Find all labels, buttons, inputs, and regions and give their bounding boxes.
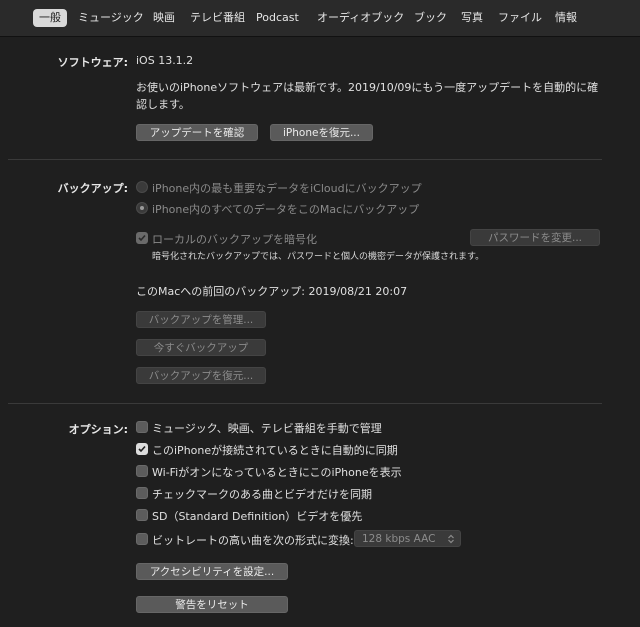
option-checkbox-checked-only[interactable]	[136, 487, 148, 499]
software-label: ソフトウェア:	[57, 56, 128, 69]
software-status-message: お使いのiPhoneソフトウェアは最新です。2019/10/09にもう一度アップ…	[136, 81, 599, 111]
option-label-convert-bitrate: ビットレートの高い曲を次の形式に変換:	[152, 534, 354, 547]
option-checkbox-manual-manage[interactable]	[136, 421, 148, 433]
encrypt-note: 暗号化されたバックアップでは、パスワードと個人の機密データが保護されます。	[152, 252, 485, 262]
backup-mac-radio[interactable]	[136, 202, 148, 214]
software-version: iOS 13.1.2	[136, 54, 194, 67]
option-checkbox-auto-sync[interactable]	[136, 443, 148, 455]
chevron-updown-icon	[448, 534, 454, 544]
tab-audiobooks[interactable]: オーディオブック	[313, 9, 408, 27]
option-label-wifi-show: Wi-FiがオンになっているときにこのiPhoneを表示	[152, 466, 402, 479]
section-divider	[8, 159, 602, 160]
restore-iphone-button[interactable]: iPhoneを復元...	[270, 124, 373, 141]
option-label-manual-manage: ミュージック、映画、テレビ番組を手動で管理	[152, 422, 382, 435]
bitrate-format-value: 128 kbps AAC	[362, 533, 436, 545]
option-label-checked-only: チェックマークのある曲とビデオだけを同期	[152, 488, 372, 501]
tab-tv-shows[interactable]: テレビ番組	[186, 9, 249, 27]
last-backup-info: このMacへの前回のバックアップ: 2019/08/21 20:07	[136, 285, 408, 298]
accessibility-settings-button[interactable]: アクセシビリティを設定...	[136, 563, 288, 580]
iphone-general-settings: 一般 ミュージック 映画 テレビ番組 Podcast オーディオブック ブック …	[0, 0, 640, 627]
option-label-auto-sync: このiPhoneが接続されているときに自動的に同期	[152, 444, 398, 457]
backup-mac-label: iPhone内のすべてのデータをこのMacにバックアップ	[152, 203, 420, 216]
check-update-button[interactable]: アップデートを確認	[136, 124, 258, 141]
option-checkbox-convert-bitrate[interactable]	[136, 533, 148, 545]
option-checkbox-prefer-sd[interactable]	[136, 509, 148, 521]
tab-movies[interactable]: 映画	[149, 9, 179, 27]
tab-music[interactable]: ミュージック	[74, 9, 148, 27]
option-label-prefer-sd: SD（Standard Definition）ビデオを優先	[152, 510, 363, 523]
tab-books[interactable]: ブック	[410, 9, 451, 27]
tab-general[interactable]: 一般	[33, 9, 67, 27]
reset-warnings-button[interactable]: 警告をリセット	[136, 596, 288, 613]
bitrate-format-select[interactable]: 128 kbps AAC	[354, 530, 461, 547]
backup-icloud-radio[interactable]	[136, 181, 148, 193]
tab-bar: 一般 ミュージック 映画 テレビ番組 Podcast オーディオブック ブック …	[0, 0, 640, 37]
tab-photos[interactable]: 写真	[457, 9, 487, 27]
checkmark-icon	[138, 445, 146, 453]
backup-icloud-label: iPhone内の最も重要なデータをiCloudにバックアップ	[152, 182, 422, 195]
tab-info[interactable]: 情報	[551, 9, 581, 27]
change-password-button[interactable]: パスワードを変更...	[470, 229, 600, 246]
restore-backup-button[interactable]: バックアップを復元...	[136, 367, 266, 384]
tab-files[interactable]: ファイル	[494, 9, 546, 27]
backup-label: バックアップ:	[57, 182, 128, 195]
tab-podcast[interactable]: Podcast	[252, 9, 303, 27]
manage-backups-button[interactable]: バックアップを管理...	[136, 311, 266, 328]
backup-now-button[interactable]: 今すぐバックアップ	[136, 339, 266, 356]
encrypt-backup-label: ローカルのバックアップを暗号化	[152, 233, 317, 246]
options-label: オプション:	[68, 423, 128, 436]
option-checkbox-wifi-show[interactable]	[136, 465, 148, 477]
encrypt-backup-checkbox[interactable]	[136, 232, 148, 244]
section-divider	[8, 403, 602, 404]
checkmark-icon	[138, 234, 146, 242]
